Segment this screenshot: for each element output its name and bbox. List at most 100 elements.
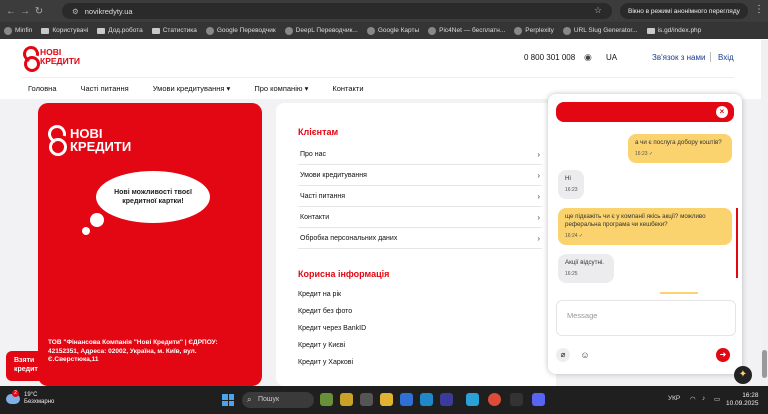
cloud-puff [82,227,90,235]
task-view-icon[interactable] [360,393,373,406]
bookmark-item[interactable]: Дод.робота [97,27,143,34]
nav-item-home[interactable]: Головна [28,84,57,93]
app-icon[interactable] [340,393,353,406]
search-icon: ⌕ [247,395,252,404]
app-icon[interactable] [510,393,523,406]
accessibility-eye-icon[interactable]: ◉ [584,52,592,63]
edge-icon[interactable] [420,393,433,406]
promo-logo: НОВІ КРЕДИТИ [46,125,131,156]
chat-message-agent: Ні 16:23 [558,170,584,199]
chat-message-user: а чи є послуга доборy коштів? 16:23 ✓ [628,134,732,163]
send-icon[interactable]: ➜ [716,348,730,362]
nav-item-terms[interactable]: Умови кредитування ▾ [153,84,231,93]
site-header: НОВІ КРЕДИТИ 0 800 301 008 ◉ UA Зв'язок з… [0,39,768,75]
network-icon[interactable]: ◠ [690,395,696,403]
nav-item-about[interactable]: Про компанію ▾ [254,84,308,93]
file-explorer-icon[interactable] [380,393,393,406]
start-icon[interactable] [222,394,234,406]
attach-icon[interactable]: ⌀ [556,348,570,362]
chrome-icon[interactable] [488,393,501,406]
nav-item-contacts[interactable]: Контакти [332,84,363,93]
taskbar-search[interactable]: ⌕ Пошук [242,392,314,408]
bookmark-item[interactable]: Perplexity [514,26,554,35]
useful-link[interactable]: Кредит на рік [298,291,341,298]
bookmark-item[interactable]: URL Slug Generator... [562,26,638,35]
link-faq[interactable]: Часті питання › [298,186,542,207]
link-contacts[interactable]: Контакти › [298,207,542,228]
favicon-icon [366,26,375,35]
link-privacy[interactable]: Обробка персональних даних › [298,228,542,249]
bookmark-star-icon[interactable]: ☆ [594,5,602,16]
site-logo[interactable]: НОВІ КРЕДИТИ [22,46,80,72]
bookmark-item[interactable]: Minfin [4,26,32,35]
back-icon[interactable]: ← [4,6,18,17]
close-icon[interactable]: × [716,106,728,118]
volume-icon[interactable]: ♪ [702,395,705,402]
promo-card: НОВІ КРЕДИТИ Нові можливості твоєї кредит… [38,103,262,386]
input-language[interactable]: УКР [668,395,680,402]
favicon-icon [514,26,523,35]
chevron-right-icon: › [537,191,540,201]
emoji-icon[interactable]: ☺ [578,348,592,362]
clients-title: Клієнтам [298,127,339,137]
clock-time: 16:28 [742,392,759,399]
phone-number[interactable]: 0 800 301 008 [524,53,575,62]
promo-cloud-text: Нові можливості твоєї кредитної картки! [114,189,192,205]
folder-icon [41,27,50,34]
chat-scrollbar[interactable] [736,208,738,278]
page-scrollbar[interactable] [761,40,768,386]
promo-cloud: Нові можливості твоєї кредитної картки! [96,171,210,223]
menu-icon[interactable]: ⋮ [754,4,764,15]
language-switch[interactable]: UA [606,53,617,62]
browser-toolbar: ← → ↻ ⚙ novikredyty.ua ☆ Вікно в режимі … [0,0,768,22]
link-terms[interactable]: Умови кредитування › [298,165,542,186]
useful-link[interactable]: Кредит через BankID [298,325,366,332]
url-text: novikredyty.ua [84,6,133,16]
chevron-right-icon: › [537,233,540,243]
bookmark-item[interactable]: Google Переводчик [205,26,276,35]
login-link[interactable]: Вхід [718,53,734,62]
weather-condition: Безхмарно [24,399,55,405]
incognito-indicator[interactable]: Вікно в режимі анонімного перегляду [620,3,748,19]
useful-link[interactable]: Кредит у Києві [298,342,345,349]
mail-icon[interactable] [400,393,413,406]
favicon-icon [562,26,571,35]
weather-widget[interactable]: 2 19°C Безхмарно [6,390,55,406]
system-clock[interactable]: 16:28 10.09.2025 [726,392,759,408]
bookmark-item[interactable]: Pic4Net — бесплатн... [428,26,505,35]
useful-link[interactable]: Кредит у Харкові [298,359,353,366]
link-about[interactable]: Про нас › [298,144,542,165]
bookmark-item[interactable]: Google Карты [366,26,419,35]
nav-item-faq[interactable]: Часті питання [81,84,129,93]
folder-icon [151,27,160,34]
bookmark-item[interactable]: Користувачі [41,27,88,34]
telegram-icon[interactable] [466,393,479,406]
useful-info-title: Корисна інформація [298,269,390,279]
app-icon[interactable] [440,393,453,406]
contact-link[interactable]: Зв'язок з нами [652,53,705,62]
bookmark-item[interactable]: Статистика [151,27,197,34]
chat-toggle-button[interactable]: ✦ [734,366,752,384]
app-icon[interactable] [532,393,545,406]
take-credit-button[interactable]: Взяти кредит [6,351,44,381]
forward-icon[interactable]: → [18,6,32,17]
battery-icon[interactable]: ▭ [714,395,720,403]
chat-header: × [556,102,734,122]
chat-message-input[interactable]: Message [556,300,736,336]
bookmark-item[interactable]: is.gd/index.php [646,27,701,34]
site-info-icon[interactable]: ⚙ [72,7,79,16]
favicon-icon [4,26,12,35]
scrollbar-thumb[interactable] [762,350,767,378]
notification-badge: 2 [12,390,19,397]
logo-line2: КРЕДИТИ [40,56,80,66]
cloud-puff [90,213,104,227]
widget-icon[interactable] [320,393,333,406]
bookmark-item[interactable]: DeepL Переводчик... [284,26,358,35]
address-bar[interactable]: ⚙ novikredyty.ua ☆ [62,3,612,19]
chat-widget: × а чи є послуга доборy коштів? 16:23 ✓ … [548,94,742,374]
folder-icon [97,27,106,34]
reload-icon[interactable]: ↻ [32,6,46,17]
logo-mark-icon [46,125,67,156]
taskbar: 2 19°C Безхмарно ⌕ Пошук УКР ◠ ♪ ▭ 16:28 10… [0,386,768,414]
useful-link[interactable]: Кредит без фото [298,308,352,315]
